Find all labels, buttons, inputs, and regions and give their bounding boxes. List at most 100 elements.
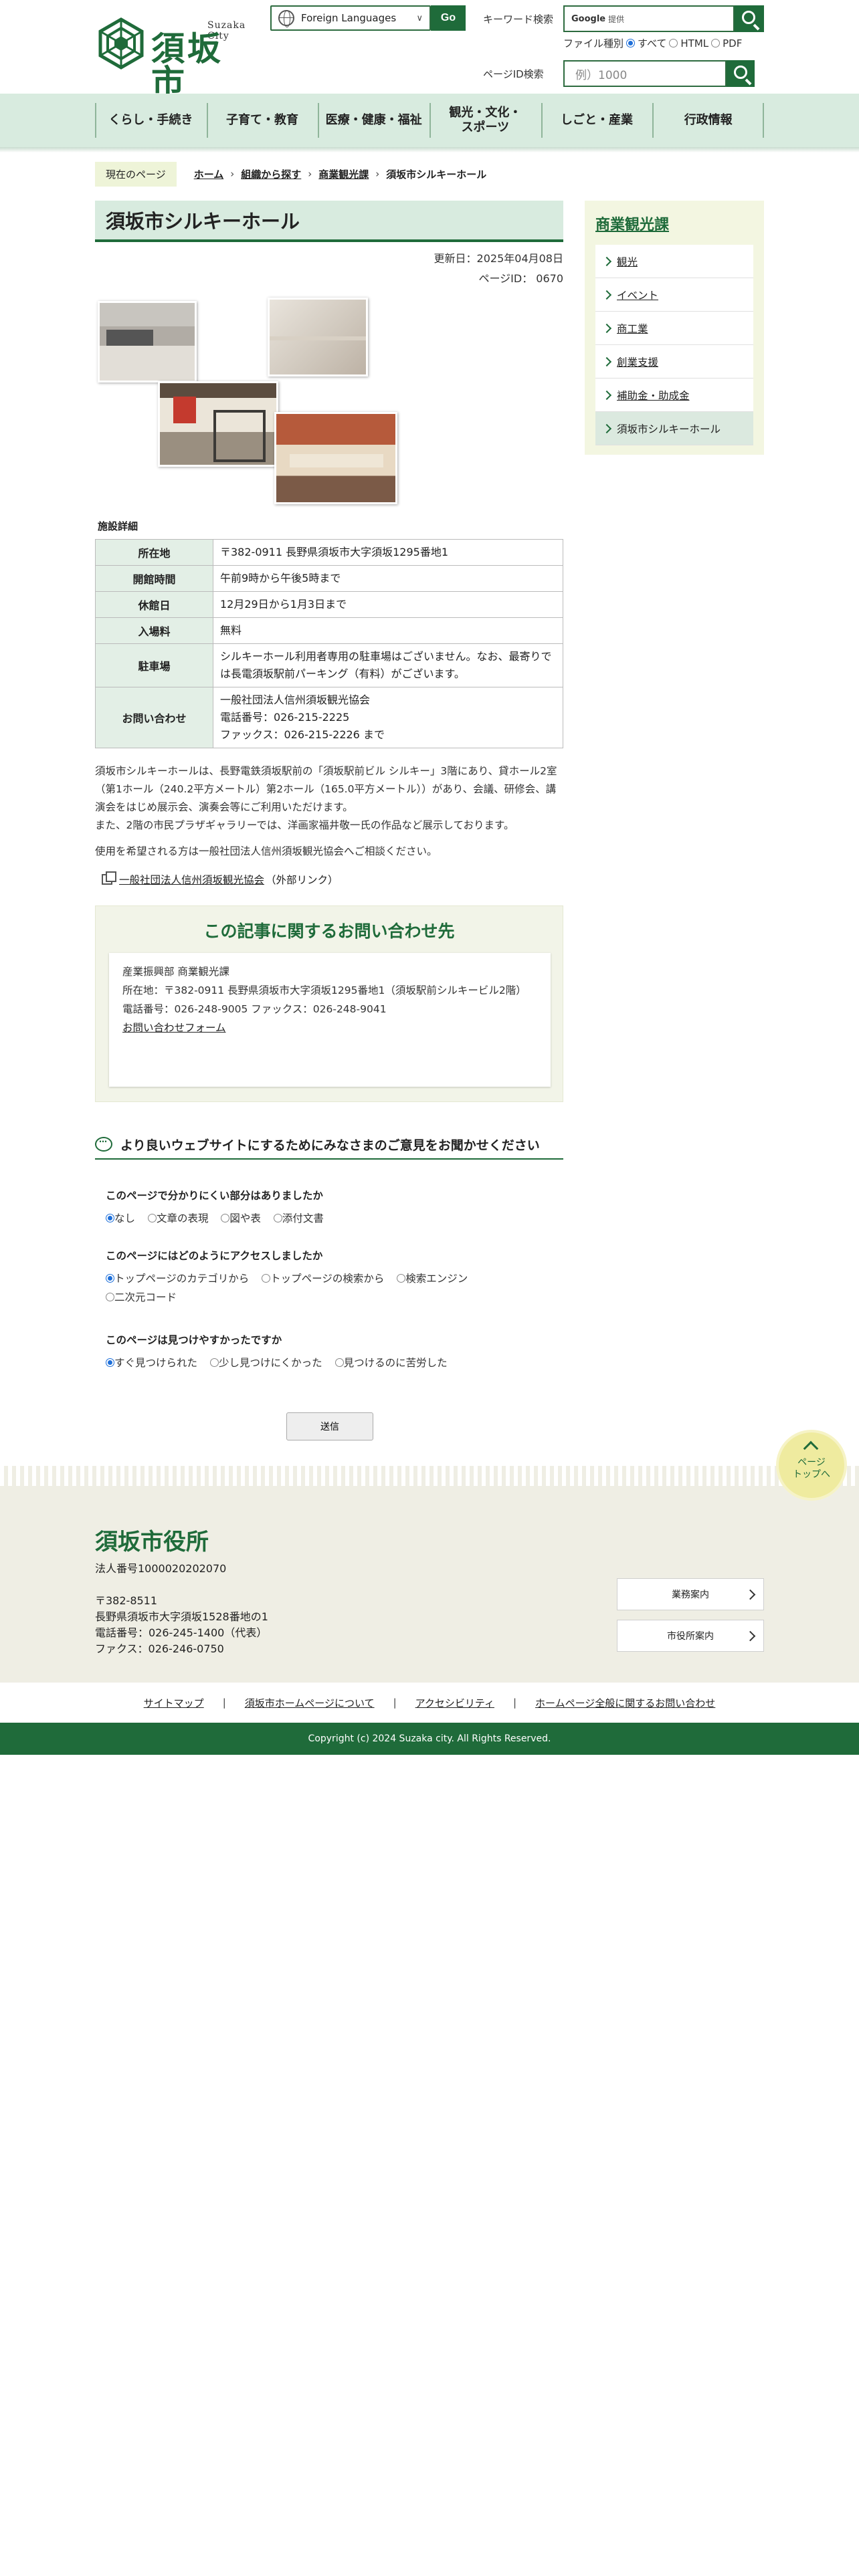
description-paragraph: 須坂市シルキーホールは、長野電鉄須坂駅前の「須坂駅前ビル シルキー」3階にあり、… [95, 765, 557, 813]
breadcrumb: 現在のページ ホーム › 組織から探す › 商業観光課 › 須坂市シルキーホール [95, 161, 486, 187]
sidebar-title[interactable]: 商業観光課 [595, 213, 669, 234]
cityhall-guide-button[interactable]: 市役所案内 [617, 1620, 764, 1652]
filetype-radio-all[interactable] [626, 39, 636, 47]
breadcrumb-home-link[interactable]: ホーム [194, 167, 224, 181]
footer-link-inquiry[interactable]: ホームページ全般に関するお問い合わせ [535, 1696, 715, 1710]
survey-heading: より良いウェブサイトにするためにみなさまのご意見をお聞かせください [95, 1130, 563, 1160]
updated-date: 更新日：2025年04月08日 [434, 252, 563, 265]
sidebar-item-events[interactable]: イベント [595, 278, 753, 312]
contact-form-link[interactable]: お問い合わせフォーム [122, 1022, 226, 1034]
language-select[interactable]: Foreign Languages ∨ [270, 5, 431, 31]
breadcrumb-org-link[interactable]: 組織から探す [241, 167, 301, 181]
survey-radio[interactable] [397, 1274, 406, 1283]
business-guide-button[interactable]: 業務案内 [617, 1578, 764, 1610]
global-nav-shadow [0, 147, 859, 152]
city-emblem-icon [98, 17, 144, 70]
breadcrumb-dept-link[interactable]: 商業観光課 [318, 167, 369, 181]
survey-radio[interactable] [147, 1214, 157, 1222]
table-header-cell: 開館時間 [95, 565, 213, 592]
search-icon [734, 66, 747, 79]
survey-radio[interactable] [106, 1214, 114, 1222]
gnav-item-tourism[interactable]: 観光・文化・ スポーツ [430, 94, 541, 147]
table-row: 所在地 〒382-0911 長野県須坂市大字須坂1295番地1 [95, 539, 563, 566]
sidebar-item-label[interactable]: 補助金・助成金 [617, 388, 690, 403]
gnav-item-childcare[interactable]: 子育て・教育 [206, 94, 318, 147]
footer-link-about[interactable]: 須坂市ホームページについて [245, 1696, 375, 1710]
breadcrumb-separator-icon: › [230, 168, 235, 180]
table-row: 開館時間 午前9時から午後5時まで [95, 565, 563, 592]
page-top-button[interactable]: ページ トップへ [779, 1432, 844, 1498]
table-cell: 午前9時から午後5時まで [213, 565, 563, 592]
sidebar-item-commerce[interactable]: 商工業 [595, 312, 753, 345]
survey-option-label: 図や表 [229, 1212, 261, 1224]
survey-option-label: 添付文書 [282, 1212, 324, 1224]
sidebar-item-label[interactable]: 観光 [617, 254, 638, 269]
hall-photo-3 [158, 381, 278, 467]
footer-link-accessibility[interactable]: アクセシビリティ [415, 1696, 494, 1710]
pageid-search-input[interactable]: 例）1000 [563, 60, 727, 87]
filetype-radio-pdf[interactable] [711, 39, 721, 47]
survey-radio[interactable] [273, 1214, 282, 1222]
sidebar-item-label[interactable]: 商工業 [617, 321, 648, 336]
sidebar-item-label: 須坂市シルキーホール [617, 423, 721, 435]
survey-radio[interactable] [106, 1274, 114, 1283]
table-row: お問い合わせ 一般社団法人信州須坂観光協会 電話番号：026-215-2225 フ… [95, 687, 563, 748]
gnav-item-health[interactable]: 医療・健康・福祉 [318, 94, 430, 147]
footer-links: サイトマップ | 須坂市ホームページについて | アクセシビリティ | ホームページ全… [0, 1683, 859, 1723]
copyright: Copyright (c) 2024 Suzaka city. All Righ… [0, 1723, 859, 1755]
language-select-label: Foreign Languages [301, 12, 397, 24]
survey-question-text: このページで分かりにくい部分はありましたか [106, 1190, 323, 1202]
sidebar-list: 観光 イベント 商工業 創業支援 補助金・助成金 須坂市シルキーホール [595, 245, 753, 445]
gnav-item-living[interactable]: くらし・手続き [95, 94, 207, 147]
sidebar-item-startup[interactable]: 創業支援 [595, 345, 753, 379]
table-cell: 〒382-0911 長野県須坂市大字須坂1295番地1 [213, 539, 563, 566]
sidebar-item-silky-hall[interactable]: 須坂市シルキーホール [595, 412, 753, 445]
pageid-search-button[interactable] [727, 60, 755, 87]
keyword-search-button[interactable] [735, 5, 764, 32]
tourism-association-link[interactable]: 一般社団法人信州須坂観光協会 [119, 872, 264, 887]
table-cell: 12月29日から1月3日まで [213, 591, 563, 618]
sidebar-item-tourism[interactable]: 観光 [595, 245, 753, 278]
survey-title: より良いウェブサイトにするためにみなさまのご意見をお聞かせください [120, 1138, 540, 1153]
language-go-button[interactable]: Go [431, 5, 466, 31]
survey-option-label: 検索エンジン [405, 1273, 468, 1285]
survey-option-label: 文章の表現 [156, 1212, 209, 1224]
filetype-radio-html[interactable] [669, 39, 678, 47]
survey-submit-button[interactable]: 送信 [286, 1412, 373, 1440]
sidebar-item-label[interactable]: イベント [617, 288, 658, 302]
footer-zip: 〒382-8511 [95, 1594, 158, 1607]
footer-phone: 電話番号：026-245-1400（代表） [95, 1626, 268, 1639]
keyword-search-label: キーワード検索 [483, 13, 554, 25]
table-row: 駐車場 シルキーホール利用者専用の駐車場はございません。なお、最寄りでは長電須坂駅… [95, 643, 563, 687]
gnav-item-administration[interactable]: 行政情報 [652, 94, 764, 147]
table-cell: 一般社団法人信州須坂観光協会 電話番号：026-215-2225 ファックス：0… [213, 687, 563, 748]
survey-options: なし 文章の表現 図や表 添付文書 [106, 1209, 561, 1228]
filetype-option-label: すべて [638, 37, 667, 49]
sidebar-item-label[interactable]: 創業支援 [617, 354, 658, 369]
survey-question: このページで分かりにくい部分はありましたか なし 文章の表現 図や表 添付文書 [106, 1188, 561, 1228]
business-guide-label: 業務案内 [672, 1590, 709, 1600]
contact-box: この記事に関するお問い合わせ先 産業振興部 商業観光課 所在地：〒382-091… [95, 905, 563, 1102]
cityhall-guide-label: 市役所案内 [667, 1631, 714, 1642]
survey-radio[interactable] [106, 1293, 114, 1301]
gnav-item-business[interactable]: しごと・産業 [541, 94, 653, 147]
filetype-option-label: HTML [680, 37, 709, 49]
survey-option-label: すぐ見つけられた [114, 1357, 198, 1369]
survey-radio[interactable] [335, 1358, 344, 1367]
pageid-search-label: ページID検索 [483, 68, 544, 80]
survey-radio[interactable] [106, 1358, 114, 1367]
contact-title: この記事に関するお問い合わせ先 [203, 922, 455, 941]
footer-link-sitemap[interactable]: サイトマップ [144, 1696, 204, 1710]
main-content: 須坂市シルキーホール 更新日：2025年04月08日 ページID： 0670 施… [95, 201, 563, 1440]
keyword-search-input[interactable]: Google 提供 [563, 5, 735, 32]
survey-radio[interactable] [221, 1214, 230, 1222]
page-top-label: ページ トップへ [793, 1457, 830, 1480]
survey-radio[interactable] [262, 1274, 271, 1283]
table-cell: シルキーホール利用者専用の駐車場はございません。なお、最寄りでは長電須坂駅前パー… [213, 643, 563, 687]
site-logo[interactable]: Suzaka City 須坂市 [95, 17, 256, 99]
sidebar-item-subsidy[interactable]: 補助金・助成金 [595, 379, 753, 412]
table-header-cell: 入場料 [95, 617, 213, 644]
survey-radio[interactable] [209, 1358, 219, 1367]
footer-office-name: 須坂市役所 [95, 1529, 209, 1555]
table-row: 休館日 12月29日から1月3日まで [95, 591, 563, 618]
